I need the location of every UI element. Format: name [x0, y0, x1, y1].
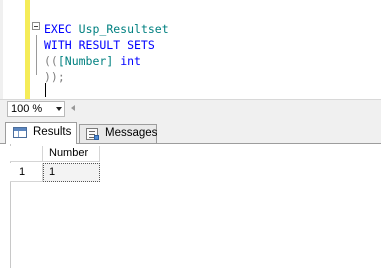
messages-icon: [86, 128, 99, 140]
tab-results[interactable]: Results: [5, 122, 77, 144]
code-line-2: WITH RESULT SETS: [44, 38, 155, 52]
code-line-3: (([Number] int: [44, 53, 141, 69]
collapse-icon[interactable]: [32, 22, 40, 30]
zoom-bar: 100 %: [0, 99, 381, 118]
grid-header-row: Number: [10, 146, 100, 162]
text-cursor: [45, 83, 46, 97]
row-number[interactable]: 1: [10, 163, 43, 182]
tab-messages-label: Messages: [105, 127, 158, 139]
editor-gutter: [0, 0, 3, 99]
grid-corner[interactable]: [10, 146, 43, 162]
keyword-exec: EXEC: [44, 22, 72, 36]
column-name: [Number]: [57, 54, 114, 68]
query-editor[interactable]: EXEC Usp_Resultset WITH RESULT SETS (([N…: [0, 0, 381, 99]
table-row: 1 1: [10, 163, 100, 182]
open-parens: ((: [44, 54, 58, 68]
outline-line: [36, 35, 37, 75]
tab-messages[interactable]: Messages: [79, 124, 157, 143]
results-grid-icon: [13, 127, 27, 138]
zoom-value: 100 %: [11, 103, 43, 115]
chevron-down-icon: [56, 107, 62, 111]
column-type: int: [120, 54, 141, 68]
results-tab-strip: Results Messages: [0, 118, 381, 144]
code-line-4: ));: [44, 70, 65, 84]
procedure-name: Usp_Resultset: [78, 22, 169, 36]
column-header-number[interactable]: Number: [43, 146, 100, 162]
tab-results-label: Results: [33, 126, 72, 138]
change-tracking-bar: [25, 0, 30, 99]
grid-cell-selected[interactable]: 1: [43, 163, 100, 182]
scroll-left-icon[interactable]: [71, 105, 75, 111]
code-line-1: EXEC Usp_Resultset: [44, 21, 169, 37]
zoom-dropdown[interactable]: 100 %: [7, 101, 65, 117]
results-pane: Number 1 1: [0, 144, 381, 268]
